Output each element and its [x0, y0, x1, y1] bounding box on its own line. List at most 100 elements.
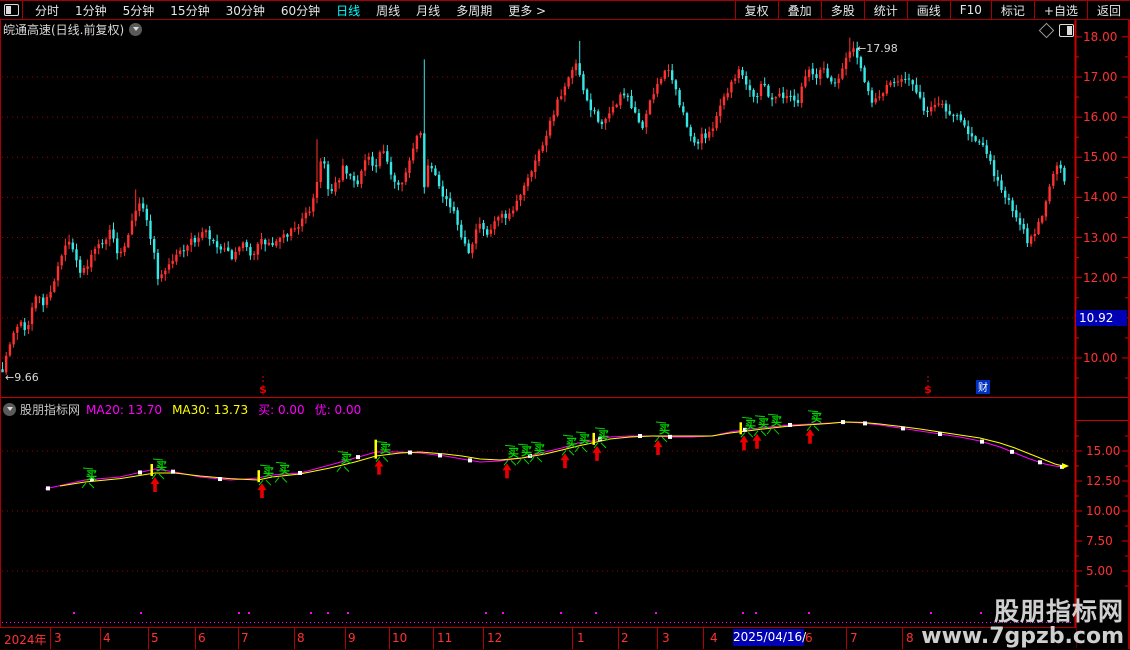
indicator-label-15.00: 15.00 [1086, 444, 1121, 458]
buy-signal-leg [158, 473, 165, 480]
menu-item-huaxian[interactable]: 画线 [906, 1, 950, 19]
buy-signal-leg [536, 456, 543, 463]
indicator-header: 股朋指标网 MA20: 13.70 MA30: 13.73 买: 0.00 优:… [3, 401, 361, 418]
maximize-panel-icon[interactable] [1059, 24, 1074, 37]
indicator-line-ma30 [59, 421, 1064, 487]
month-label-1: 1 [577, 631, 585, 645]
month-separator [345, 628, 346, 649]
buy-signal: 买 [598, 429, 609, 442]
month-separator [483, 628, 484, 649]
menu-item-tongji[interactable]: 统计 [863, 1, 907, 19]
buy-signal-leg [773, 428, 780, 435]
date-axis[interactable]: 2025/04/16/三 2024年34567891011121234678 [0, 627, 1076, 650]
line-marker [1010, 449, 1014, 454]
buy-signal-leg [265, 479, 272, 486]
zero-dot [238, 612, 240, 614]
zero-dot [347, 612, 349, 614]
signal-tick [150, 463, 153, 476]
chart-title-row: 皖通高速(日线.前复权) [3, 21, 143, 38]
dividend-icon: $ [924, 383, 932, 396]
menu-item-15min[interactable]: 15分钟 [162, 2, 217, 19]
menu-item-rixian[interactable]: 日线 [328, 2, 368, 19]
line-marker [218, 477, 222, 482]
menu-item-duogu[interactable]: 多股 [820, 1, 864, 19]
menu-item-60min[interactable]: 60分钟 [273, 2, 328, 19]
month-separator [148, 628, 149, 649]
buy-signal: 买 [86, 469, 97, 482]
dividend-icon: $ [259, 383, 267, 396]
indicator-label-12.50: 12.50 [1086, 474, 1121, 488]
month-separator [238, 628, 239, 649]
zero-dot [502, 612, 504, 614]
month-label-7: 7 [850, 631, 858, 645]
menu-item-fuquan[interactable]: 复权 [734, 1, 778, 19]
price-label-18.00: 18.00 [1083, 29, 1118, 44]
menu-item-duozhouqi[interactable]: 多周期 [448, 2, 500, 19]
diamond-icon[interactable] [1038, 22, 1055, 39]
watermark: 股朋指标网 www.7gpzb.com [921, 598, 1124, 648]
selected-date-tag: 2025/04/16/三 [733, 629, 807, 650]
zero-dot [655, 612, 657, 614]
buy-arrow [374, 459, 384, 475]
buy-signal: 买 [566, 436, 577, 449]
line-marker [938, 431, 942, 436]
month-separator [572, 628, 573, 649]
window-border-left [0, 0, 1, 650]
you-value: 优: 0.00 [314, 403, 362, 417]
line-marker [438, 453, 442, 458]
menu-item-1min[interactable]: 1分钟 [67, 2, 115, 19]
high-annotation: ←17.98 [857, 42, 898, 55]
indicator-name[interactable]: 股朋指标网 [20, 401, 80, 418]
zero-dot [310, 612, 312, 614]
zero-dot [485, 612, 487, 614]
panel-icon [3, 4, 19, 16]
month-label-8: 8 [297, 631, 305, 645]
month-label-8: 8 [906, 631, 914, 645]
month-separator [846, 628, 847, 649]
menu-item-fenshi[interactable]: 分时 [27, 2, 67, 19]
price-label-16.00: 16.00 [1083, 110, 1118, 125]
month-separator [618, 628, 619, 649]
zero-dot [595, 612, 597, 614]
indicator-label-5.00: 5.00 [1086, 564, 1113, 578]
menu-item-f10[interactable]: F10 [949, 1, 991, 19]
buy-signal-leg [747, 431, 754, 438]
menu-item-zhouxian[interactable]: 周线 [368, 2, 408, 19]
chart-canvas: $ $ 财买买买买买买买买买买买买买买买买买 [0, 19, 1130, 648]
buy-signal-leg [523, 458, 530, 465]
menu-item-gengduo[interactable]: 更多 > [500, 2, 554, 19]
month-separator [195, 628, 196, 649]
menu-item-fanhui[interactable]: 返回 [1086, 1, 1130, 19]
month-label-2024年: 2024年 [4, 633, 47, 647]
buy-arrow [739, 435, 749, 451]
menu-item-5min[interactable]: 5分钟 [115, 2, 163, 19]
menu-item-yuexian[interactable]: 月线 [408, 2, 448, 19]
buy-signal: 买 [263, 466, 274, 479]
menu-item-biaoji[interactable]: 标记 [990, 1, 1034, 19]
buy-signal: 买 [771, 415, 782, 428]
indicator-label-7.50: 7.50 [1086, 534, 1113, 548]
buy-signal: 买 [156, 460, 167, 473]
month-label-2: 2 [621, 631, 629, 645]
line-marker [46, 486, 50, 491]
zero-dot [560, 612, 562, 614]
buy-arrow [592, 445, 602, 461]
buy-signal: 买 [579, 433, 590, 446]
period-menu: 分时 1分钟 5分钟 15分钟 30分钟 60分钟 日线 周线 月线 多周期 更多 > [27, 2, 554, 19]
buy-signal: 买 [534, 443, 545, 456]
month-label-3: 3 [662, 631, 670, 645]
line-marker [863, 421, 867, 426]
month-separator [294, 628, 295, 649]
price-label-10.00: 10.00 [1083, 350, 1118, 365]
menu-item-30min[interactable]: 30分钟 [218, 2, 273, 19]
chevron-down-icon[interactable] [3, 403, 16, 416]
menubar: 分时 1分钟 5分钟 15分钟 30分钟 60分钟 日线 周线 月线 多周期 更多 > 复权 叠加 多股… [0, 1, 1130, 20]
app-window: $ $ 财买买买买买买买买买买买买买买买买买 分时 1分钟 5分钟 15分钟 30分钟 60分… [0, 0, 1130, 650]
chevron-down-icon[interactable] [129, 23, 143, 36]
menu-item-zixuan[interactable]: +自选 [1033, 1, 1087, 19]
layout-toggle-button[interactable] [0, 1, 23, 19]
month-label-4: 4 [103, 631, 111, 645]
buy-signal-leg [568, 449, 575, 456]
menu-item-diejia[interactable]: 叠加 [777, 1, 821, 19]
buy-signal: 买 [279, 463, 290, 476]
